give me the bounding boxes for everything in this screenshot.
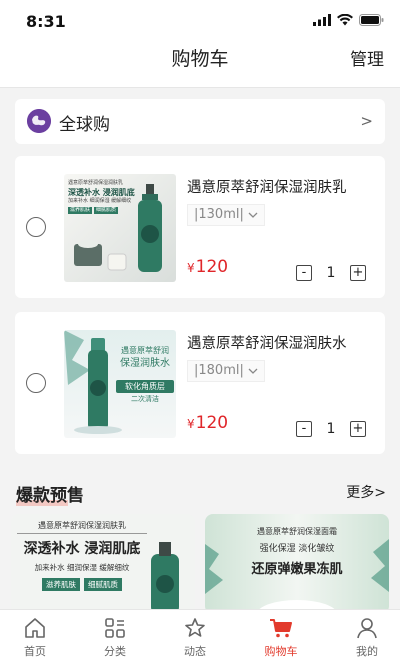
spec-selector[interactable]: |180ml| — [187, 360, 265, 382]
quantity-value: 1 — [326, 265, 336, 281]
increase-button[interactable]: + — [349, 265, 366, 281]
image-tags: 滋养肌肤 细腻肌质 — [68, 207, 138, 214]
image-tag: 细腻肌质 — [94, 207, 119, 214]
decrease-button[interactable]: - — [296, 421, 312, 437]
tab-label: 分类 — [104, 645, 126, 658]
banner-tag: 滋养肌肤 — [42, 578, 80, 591]
product-name[interactable]: 遇意原萃舒润保湿润肤乳 — [187, 176, 347, 197]
tab-label: 我的 — [356, 645, 378, 658]
select-radio[interactable] — [26, 373, 46, 393]
price-value: 120 — [195, 413, 229, 433]
quantity-stepper: - 1 + — [296, 263, 366, 283]
global-buy-label: 全球购 — [59, 115, 110, 135]
tab-home[interactable]: 首页 — [0, 616, 70, 659]
star-icon — [185, 618, 205, 637]
tab-cart[interactable]: 购物车 — [246, 616, 316, 659]
status-bar: 8:31 — [0, 0, 400, 40]
tab-me[interactable]: 我的 — [332, 616, 400, 659]
image-tag: 滋养肌肤 — [68, 207, 93, 214]
product-image: 遇意原萃舒润保湿润肤乳 深透补水 浸润肌底 加来补水 细润保湿 缓解细纹 滋养肌… — [64, 174, 176, 282]
global-buy-row[interactable]: 全球购 > — [15, 99, 385, 144]
cart-item: 遇意原萃舒润 保湿润肤水 软化角质层 二次清洁 遇意原萃舒润保湿润肤水 |180… — [15, 312, 385, 454]
spec-value: |130ml| — [194, 207, 244, 222]
tab-feed[interactable]: 动态 — [160, 616, 230, 659]
globe-icon — [27, 109, 51, 133]
manage-button[interactable]: 管理 — [350, 45, 384, 70]
presale-banner[interactable]: 遇意原萃舒润保湿面霜 强化保湿 淡化皱纹 还原弹嫩果冻肌 — [205, 514, 389, 614]
product-image: 遇意原萃舒润 保湿润肤水 软化角质层 二次清洁 — [64, 330, 176, 438]
banner-text: 还原弹嫩果冻肌 — [251, 562, 343, 577]
wifi-icon — [337, 14, 353, 26]
spec-selector[interactable]: |130ml| — [187, 204, 265, 226]
tab-label: 首页 — [24, 645, 46, 658]
banner-caption: 遇意原萃舒润保湿面霜 强化保湿 淡化皱纹 还原弹嫩果冻肌 — [219, 526, 375, 577]
chevron-down-icon — [248, 212, 258, 218]
currency-symbol: ¥ — [187, 261, 195, 275]
product-name[interactable]: 遇意原萃舒润保湿润肤水 — [187, 332, 347, 353]
image-text-line: 软化角质层 — [116, 380, 174, 393]
image-text-line: 遇意原萃舒润 — [121, 346, 169, 355]
tab-category[interactable]: 分类 — [80, 616, 150, 659]
image-caption: 遇意原萃舒润 保湿润肤水 软化角质层 二次清洁 — [116, 344, 174, 406]
banner-text: 强化保湿 淡化皱纹 — [259, 544, 335, 554]
cart-item: 遇意原萃舒润保湿润肤乳 深透补水 浸润肌底 加来补水 细润保湿 缓解细纹 滋养肌… — [15, 156, 385, 298]
nav-bar: 购物车 管理 — [0, 40, 400, 88]
quantity-value: 1 — [326, 421, 336, 437]
spec-value: |180ml| — [194, 363, 244, 378]
image-text-line: 遇意原萃舒润保湿润肤乳 — [68, 180, 124, 186]
image-text-line: 加来补水 细润保湿 缓解细纹 — [68, 198, 132, 204]
more-link[interactable]: 更多> — [346, 482, 386, 502]
banner-text: 加来补水 细润保湿 缓解细纹 — [34, 563, 130, 572]
image-text-line: 二次清洁 — [131, 395, 159, 403]
currency-symbol: ¥ — [187, 417, 195, 431]
banner-tags: 滋养肌肤 细腻肌质 — [17, 578, 147, 591]
chevron-down-icon — [248, 368, 258, 374]
user-icon — [357, 618, 377, 639]
price-value: 120 — [195, 257, 229, 277]
quantity-stepper: - 1 + — [296, 419, 366, 439]
status-time: 8:31 — [26, 12, 66, 31]
select-radio[interactable] — [26, 217, 46, 237]
signal-icon — [313, 14, 331, 26]
tab-label: 购物车 — [264, 645, 298, 658]
banner-text: 遇意原萃舒润保湿润肤乳 — [17, 520, 147, 534]
banner-tag: 细腻肌质 — [84, 578, 122, 591]
section-header: 爆款预售 更多> — [0, 478, 400, 508]
banner-caption: 遇意原萃舒润保湿润肤乳 深透补水 浸润肌底 加来补水 细润保湿 缓解细纹 滋养肌… — [17, 520, 147, 591]
cart-icon — [270, 619, 292, 638]
category-icon — [105, 618, 125, 638]
product-price: ¥120 — [187, 257, 228, 277]
decrease-button[interactable]: - — [296, 265, 312, 281]
product-price: ¥120 — [187, 413, 228, 433]
banner-text: 遇意原萃舒润保湿面霜 — [257, 527, 337, 536]
home-icon — [25, 618, 45, 638]
section-title: 爆款预售 — [16, 486, 84, 506]
image-text-line: 保湿润肤水 — [120, 358, 170, 369]
image-caption: 遇意原萃舒润保湿润肤乳 深透补水 浸润肌底 加来补水 细润保湿 缓解细纹 滋养肌… — [68, 180, 138, 214]
tab-label: 动态 — [184, 645, 206, 658]
increase-button[interactable]: + — [349, 421, 366, 437]
image-text-line: 深透补水 浸润肌底 — [68, 188, 135, 197]
chevron-right-icon: > — [360, 112, 373, 130]
battery-icon — [359, 14, 384, 26]
page-title: 购物车 — [171, 48, 229, 70]
banner-text: 深透补水 浸润肌底 — [23, 541, 141, 557]
tab-bar: 首页 分类 动态 购物车 我的 — [0, 609, 400, 666]
presale-banner[interactable]: 遇意原萃舒润保湿润肤乳 深透补水 浸润肌底 加来补水 细润保湿 缓解细纹 滋养肌… — [11, 514, 195, 614]
status-icons — [313, 14, 384, 26]
